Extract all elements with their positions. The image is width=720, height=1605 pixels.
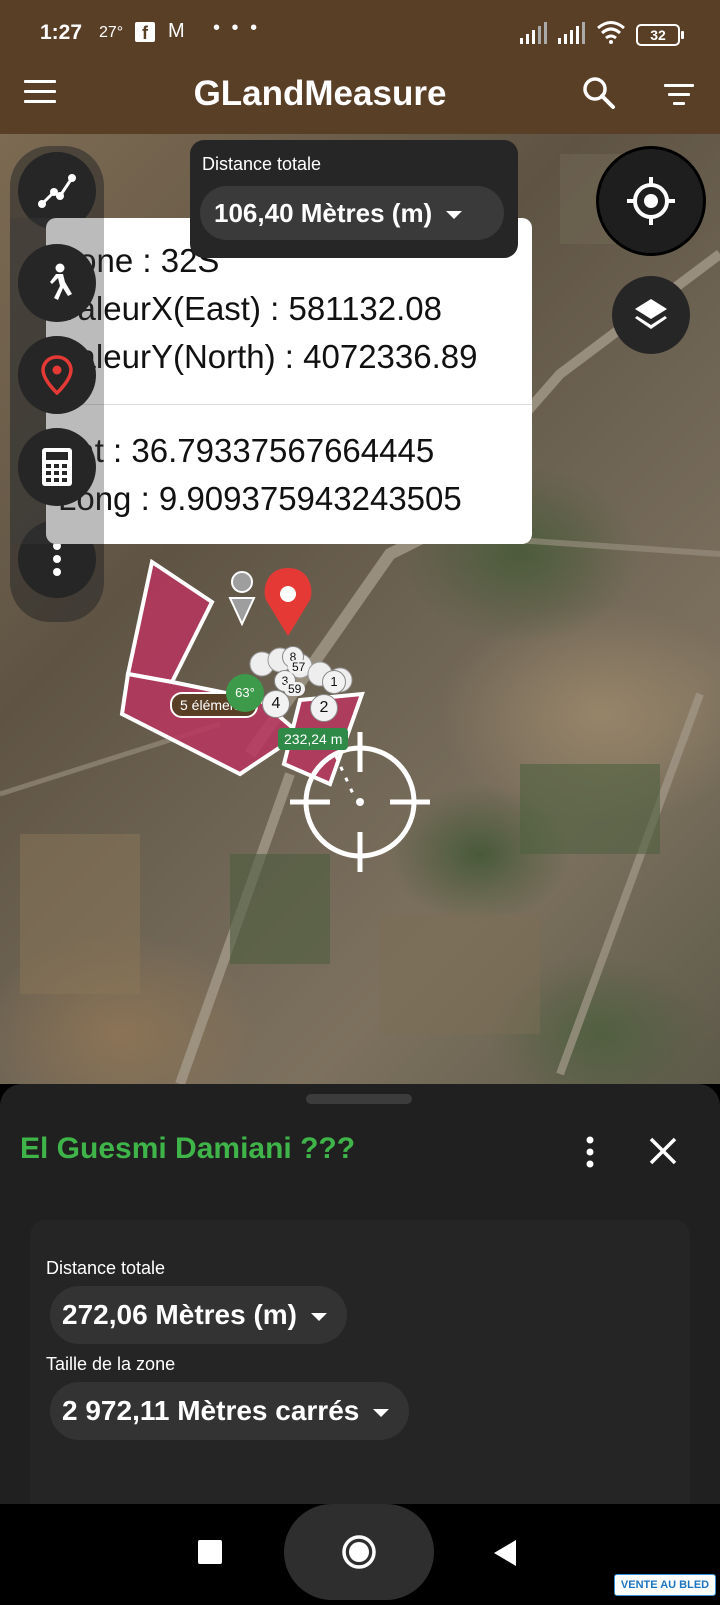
layers-button[interactable] (612, 276, 690, 354)
coordinates-card: Zone : 32S ValeurX(East) : 581132.08 Val… (46, 218, 532, 544)
measurement-title: El Guesmi Damiani ??? (20, 1132, 356, 1165)
chevron-down-icon (446, 211, 463, 220)
measured-polygon (119, 671, 304, 777)
signal-icon (520, 22, 547, 44)
back-button[interactable] (494, 1540, 516, 1566)
more-vert-icon (53, 542, 61, 576)
drag-handle[interactable] (306, 1094, 412, 1104)
search-icon[interactable] (582, 76, 616, 110)
status-temperature: 27° (99, 24, 124, 41)
layers-icon (635, 299, 667, 329)
calculator-button[interactable] (18, 428, 96, 506)
distance-label: 59 (284, 682, 306, 696)
walk-mode-button[interactable] (18, 244, 96, 322)
walk-icon (50, 263, 72, 300)
north-value-text: ValeurY(North) : 4072336.89 (58, 338, 478, 375)
measure-path-icon (38, 174, 76, 208)
bottom-sheet: El Guesmi Damiani ??? Distance totale 27… (0, 1084, 720, 1522)
facebook-icon: f (135, 22, 155, 43)
home-icon (342, 1535, 376, 1569)
chevron-down-icon (311, 1312, 328, 1321)
gmail-icon: M (168, 20, 185, 42)
app-bar: GLandMeasure (0, 54, 720, 134)
vertex-label: 2 (310, 694, 338, 722)
total-distance-value: 272,06 Mètres (m) (62, 1299, 298, 1330)
area-unit-dropdown[interactable]: 2 972,11 Mètres carrés (50, 1382, 410, 1440)
battery-icon: 32 (636, 24, 684, 46)
location-pin-button[interactable] (18, 336, 96, 414)
segment-length-label: 232,24 m (278, 728, 349, 750)
navigation-bar (0, 1504, 720, 1600)
area-label: Taille de la zone (46, 1354, 176, 1374)
my-location-icon (627, 177, 675, 225)
distance-label: Distance totale (202, 154, 322, 174)
distance-label: 57 (288, 660, 310, 674)
vertex-label: 1 (322, 670, 346, 694)
angle-label: 63° (226, 674, 264, 712)
latitude-text: Lat : 36.79337567664445 (58, 432, 435, 469)
recents-button[interactable] (198, 1540, 222, 1564)
close-icon[interactable] (648, 1136, 678, 1166)
secondary-card (30, 1458, 690, 1498)
divider (46, 404, 532, 405)
east-value-text: ValeurX(East) : 581132.08 (58, 290, 443, 327)
location-pin-icon (41, 355, 73, 395)
chevron-down-icon (373, 1408, 390, 1417)
distance-value: 106,40 Mètres (m) (214, 198, 433, 228)
app-title: GLandMeasure (193, 74, 447, 113)
distance-unit-dropdown[interactable]: 106,40 Mètres (m) (200, 186, 504, 240)
area-value: 2 972,11 Mètres carrés (62, 1395, 360, 1426)
status-time: 1:27 (40, 21, 83, 44)
more-vert-icon[interactable] (580, 1134, 600, 1170)
longitude-text: Long : 9.909375943243505 (58, 480, 462, 517)
my-location-button[interactable] (596, 146, 706, 256)
wifi-icon (597, 21, 625, 44)
calculator-icon (42, 448, 72, 486)
signal-icon (558, 22, 585, 44)
filter-icon[interactable] (664, 84, 694, 111)
overflow-dots: • • • (213, 17, 261, 39)
measured-polygon (125, 558, 215, 685)
total-distance-label: Distance totale (46, 1258, 166, 1278)
watermark: VENTE AU BLED (614, 1574, 716, 1596)
status-bar: 1:27 27° f M • • • 32 (0, 0, 720, 54)
distance-unit-dropdown[interactable]: 272,06 Mètres (m) (50, 1286, 348, 1344)
distance-panel: Distance totale 106,40 Mètres (m) (190, 140, 518, 258)
home-button[interactable] (284, 1504, 434, 1600)
